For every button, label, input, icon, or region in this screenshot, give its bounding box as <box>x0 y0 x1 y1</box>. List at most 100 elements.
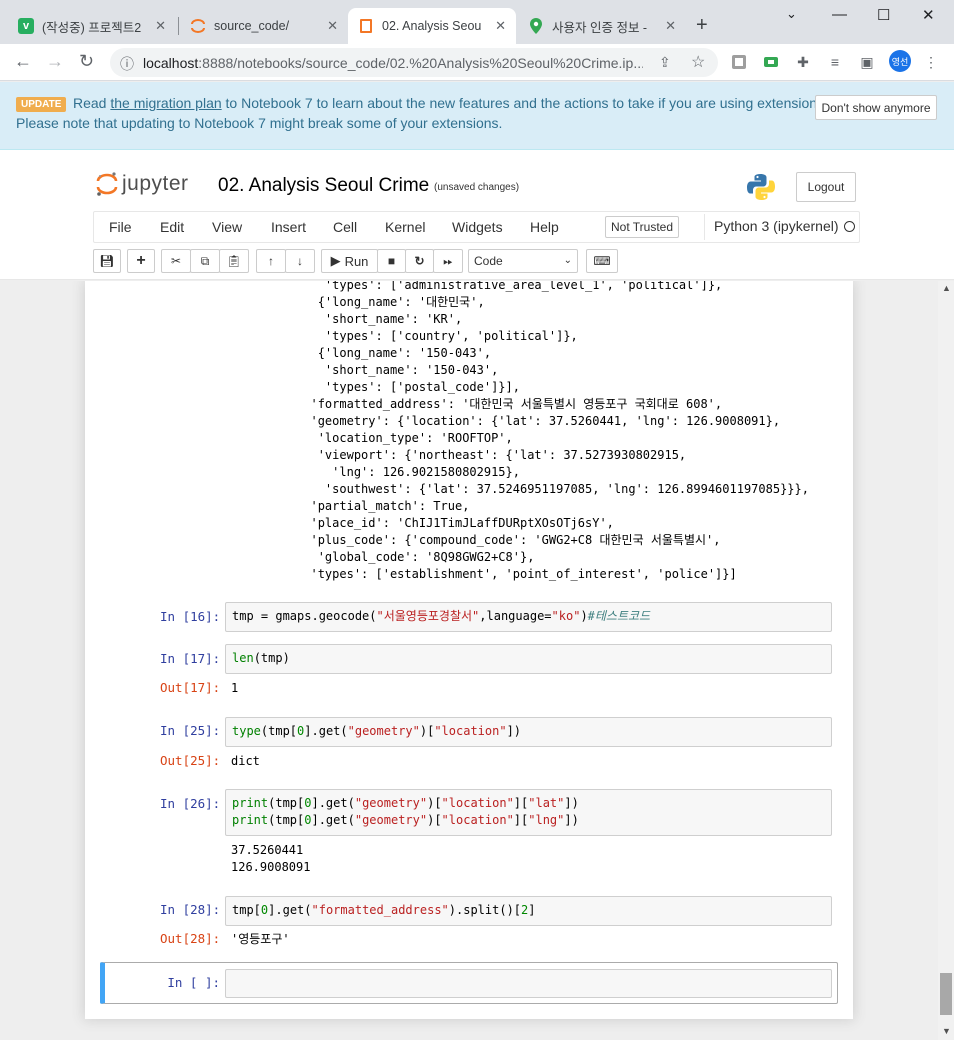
cell-output: dict <box>231 754 260 768</box>
run-button[interactable]: ▶ Run <box>321 249 378 273</box>
update-badge: UPDATE <box>16 97 67 112</box>
move-up-button[interactable]: ↑ <box>256 249 286 273</box>
menu-file[interactable]: File <box>109 219 132 235</box>
output-line: 'types': ['country', 'political']}, <box>231 329 578 343</box>
extension-1-icon[interactable] <box>730 53 748 71</box>
close-icon[interactable]: ✕ <box>495 18 506 34</box>
command-palette-button[interactable]: ⌨ <box>586 249 618 273</box>
output-line: 'southwest': {'lat': 37.5246951197085, '… <box>231 482 809 496</box>
menu-help[interactable]: Help <box>530 219 559 235</box>
vertical-scrollbar[interactable]: ▲ ▼ <box>938 281 954 1040</box>
media-control-icon[interactable]: ≡ <box>826 53 844 71</box>
code-cell-16[interactable]: tmp = gmaps.geocode("서울영등포경찰서",language=… <box>225 602 832 632</box>
notebook-scroll-area[interactable]: 'types': ['administrative_area_level_1',… <box>0 281 938 1040</box>
save-icon: 💾︎ <box>99 254 115 268</box>
more-menu-icon[interactable]: ⋮ <box>922 53 940 71</box>
paste-button[interactable]: 📋︎ <box>219 249 249 273</box>
share-icon[interactable]: ⇪ <box>659 54 671 71</box>
interrupt-button[interactable]: ■ <box>377 249 406 273</box>
paste-icon: 📋︎ <box>226 254 242 268</box>
restart-run-all-button[interactable]: ⏩︎ <box>433 249 463 273</box>
cut-button[interactable]: ✂ <box>161 249 191 273</box>
menu-insert[interactable]: Insert <box>271 219 306 235</box>
output-line: 'geometry': {'location': {'lat': 37.5260… <box>231 414 781 428</box>
close-icon[interactable]: ✕ <box>665 18 676 34</box>
jupyter-icon <box>190 18 206 34</box>
window-close-icon[interactable]: ✕ <box>922 6 935 24</box>
restart-button[interactable]: ↻ <box>405 249 434 273</box>
browser-toolbar: ← → ↻ ⓘ localhost:8888/notebooks/source_… <box>0 44 954 81</box>
side-panel-icon[interactable]: ▣ <box>858 53 876 71</box>
code-cell-17[interactable]: len(tmp) <box>225 644 832 674</box>
back-icon[interactable]: ← <box>14 51 32 72</box>
menu-edit[interactable]: Edit <box>160 219 184 235</box>
input-prompt: In [26]: <box>160 796 221 811</box>
empty-code-cell[interactable] <box>225 969 832 998</box>
tab-title: 사용자 인증 정보 - <box>552 20 648 35</box>
run-label: Run <box>344 253 369 269</box>
migration-plan-link[interactable]: the migration plan <box>110 95 221 111</box>
output-prompt: Out[17]: <box>160 680 221 695</box>
code-cell-28[interactable]: tmp[0].get("formatted_address").split()[… <box>225 896 832 926</box>
menu-kernel[interactable]: Kernel <box>385 219 425 235</box>
menu-cell[interactable]: Cell <box>333 219 357 235</box>
forward-icon[interactable]: → <box>46 51 64 72</box>
reload-icon[interactable]: ↻ <box>79 51 94 72</box>
jupyter-logo[interactable]: jupyter <box>96 170 189 198</box>
menu-widgets[interactable]: Widgets <box>452 219 503 235</box>
maximize-icon[interactable]: ☐ <box>877 6 890 24</box>
browser-tab-2[interactable]: source_code/ ✕ <box>180 8 348 44</box>
output-line: 'plus_code': {'compound_code': 'GWG2+C8 … <box>231 533 721 547</box>
address-bar[interactable]: ⓘ localhost:8888/notebooks/source_code/0… <box>110 48 718 77</box>
code-cell-26[interactable]: print(tmp[0].get("geometry")["location"]… <box>225 789 832 836</box>
profile-avatar[interactable]: 영선 <box>889 50 911 72</box>
insert-cell-button[interactable]: + <box>127 249 155 273</box>
kernel-idle-indicator-icon <box>844 221 855 232</box>
scrollbar-thumb[interactable] <box>940 973 952 1015</box>
tab-title: source_code/ <box>214 19 290 33</box>
kernel-name[interactable]: Python 3 (ipykernel) <box>714 218 839 234</box>
menu-view[interactable]: View <box>212 219 242 235</box>
info-icon[interactable]: ⓘ <box>120 54 134 74</box>
output-line: 'partial_match': True, <box>231 499 470 513</box>
plus-icon: + <box>136 252 146 269</box>
move-down-button[interactable]: ↓ <box>285 249 315 273</box>
notebook-title[interactable]: 02. Analysis Seoul Crime <box>218 175 429 197</box>
cell-type-value: Code <box>474 254 503 268</box>
extensions-puzzle-icon[interactable]: ✚ <box>794 53 812 71</box>
jupyter-logo-icon <box>96 172 118 196</box>
extension-2-icon[interactable] <box>762 53 780 71</box>
kernel-divider <box>704 214 705 240</box>
new-tab-icon[interactable]: + <box>696 14 708 37</box>
output-line: 'location_type': 'ROOFTOP', <box>231 431 513 445</box>
browser-tab-1[interactable]: v (작성중) 프로젝트2 ✕ <box>8 8 176 44</box>
notebook-icon <box>358 18 374 34</box>
browser-tab-3-active[interactable]: 02. Analysis Seoul ✕ <box>348 8 516 44</box>
notebook-container: 'types': ['administrative_area_level_1',… <box>85 281 853 1019</box>
close-icon[interactable]: ✕ <box>155 18 166 34</box>
menubar: File Edit View Insert Cell Kernel Widget… <box>93 211 860 243</box>
keyboard-icon: ⌨ <box>593 254 611 268</box>
logout-button[interactable]: Logout <box>796 172 856 202</box>
code-cell-25[interactable]: type(tmp[0].get("geometry")["location"]) <box>225 717 832 747</box>
close-icon[interactable]: ✕ <box>327 18 338 34</box>
bookmark-star-icon[interactable]: ☆ <box>691 52 705 72</box>
maps-icon <box>528 18 544 34</box>
tab-search-icon[interactable]: ⌄ <box>786 6 797 22</box>
save-button[interactable]: 💾︎ <box>93 249 121 273</box>
output-line: 'types': ['postal_code']}], <box>231 380 520 394</box>
output-prompt: Out[25]: <box>160 753 221 768</box>
input-prompt: In [ ]: <box>167 975 220 990</box>
output-line: 'types': ['administrative_area_level_1',… <box>231 281 723 292</box>
dont-show-anymore-button[interactable]: Don't show anymore <box>815 95 937 120</box>
copy-icon: ⧉ <box>200 253 210 268</box>
browser-tab-4[interactable]: 사용자 인증 정보 - ✕ <box>518 8 686 44</box>
input-prompt: In [17]: <box>160 651 221 666</box>
minimize-icon[interactable]: — <box>832 6 847 23</box>
url-text: localhost:8888/notebooks/source_code/02.… <box>143 55 643 71</box>
not-trusted-button[interactable]: Not Trusted <box>605 216 679 238</box>
scroll-up-icon[interactable]: ▲ <box>942 283 951 293</box>
scroll-down-icon[interactable]: ▼ <box>942 1026 951 1036</box>
copy-button[interactable]: ⧉ <box>190 249 220 273</box>
cell-type-select[interactable]: Code ⌄ <box>468 249 578 273</box>
